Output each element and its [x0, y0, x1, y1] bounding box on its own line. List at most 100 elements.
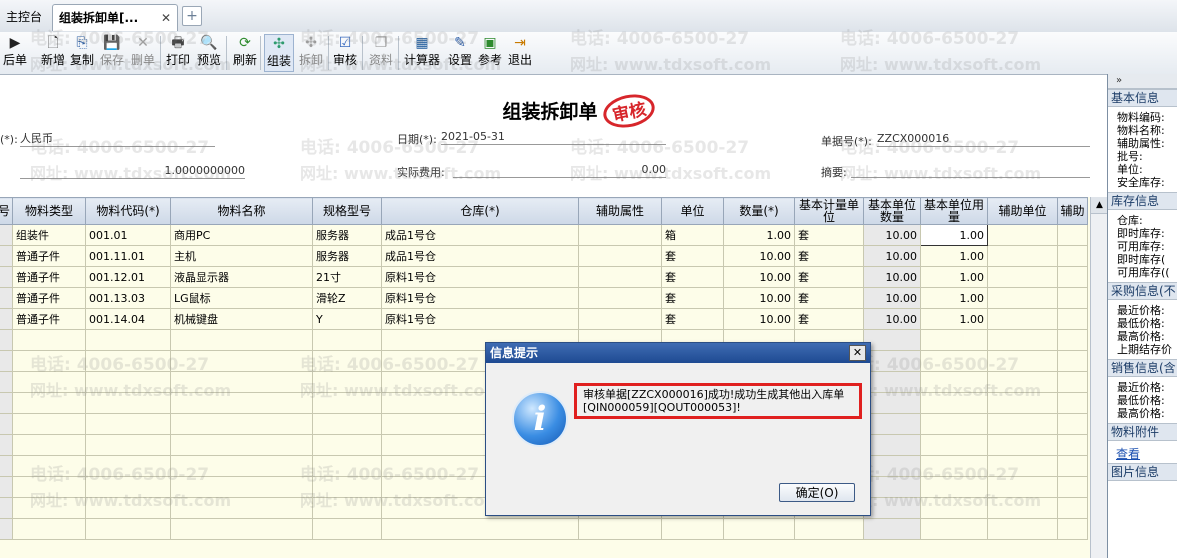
table-cell[interactable]: 001.12.01 [85, 266, 172, 288]
column-header[interactable]: 单位 [661, 197, 725, 225]
new-button[interactable]: 🗋 新增 [40, 34, 66, 72]
table-cell[interactable] [0, 308, 14, 330]
table-cell[interactable] [0, 434, 14, 456]
table-cell[interactable] [1057, 266, 1089, 288]
table-cell[interactable] [863, 371, 922, 393]
table-cell[interactable] [1057, 434, 1089, 456]
table-cell[interactable] [85, 371, 172, 393]
table-cell[interactable] [12, 476, 87, 498]
table-cell[interactable] [0, 350, 14, 372]
table-cell[interactable]: 套 [794, 245, 865, 267]
table-cell[interactable] [312, 497, 383, 519]
table-cell[interactable] [0, 245, 14, 267]
table-cell[interactable]: 10.00 [723, 308, 796, 330]
table-row[interactable]: 普通子件 001.11.01 主机 服务器 成品1号仓套 10.00 套 10.00 1.00 [0, 245, 1089, 267]
table-cell[interactable] [863, 392, 922, 414]
save-button[interactable]: 💾 保存 [98, 34, 126, 72]
table-cell[interactable]: 10.00 [863, 308, 922, 330]
table-cell[interactable] [987, 329, 1059, 351]
table-cell[interactable]: 套 [661, 287, 725, 309]
table-cell[interactable]: 普通子件 [12, 287, 87, 309]
table-cell[interactable]: 10.00 [723, 287, 796, 309]
table-cell[interactable] [312, 392, 383, 414]
table-row[interactable]: 普通子件 001.12.01 液晶显示器 21寸 原料1号仓套 10.00 套 10.00 1.… [0, 266, 1089, 288]
disassemble-button[interactable]: ✣ 拆卸 [296, 34, 326, 72]
table-cell[interactable] [0, 497, 14, 519]
table-cell[interactable] [85, 329, 172, 351]
table-cell[interactable] [170, 413, 314, 435]
table-cell[interactable] [12, 350, 87, 372]
table-cell[interactable]: 10.00 [863, 245, 922, 267]
table-cell[interactable] [312, 329, 383, 351]
column-header[interactable]: 基本单位数量 [863, 197, 922, 225]
table-row[interactable]: 组装件 001.01 商用PC 服务器 成品1号仓箱 1.00 套 10.00 1.00 [0, 224, 1089, 246]
exchange-rate-field[interactable]: 1.0000000000 [20, 163, 245, 179]
table-cell[interactable] [1057, 350, 1089, 372]
table-cell[interactable] [920, 392, 989, 414]
table-cell[interactable] [863, 518, 922, 540]
table-cell[interactable] [170, 350, 314, 372]
table-cell[interactable] [1057, 224, 1089, 246]
table-cell[interactable] [987, 266, 1059, 288]
table-cell[interactable] [578, 308, 663, 330]
table-cell[interactable]: 组装件 [12, 224, 87, 246]
table-cell[interactable] [987, 245, 1059, 267]
table-cell[interactable]: 普通子件 [12, 266, 87, 288]
table-cell[interactable] [920, 350, 989, 372]
table-cell[interactable] [170, 329, 314, 351]
table-cell[interactable] [381, 518, 580, 540]
table-cell[interactable] [987, 497, 1059, 519]
table-cell[interactable]: 1.00 [920, 266, 989, 288]
table-cell[interactable] [170, 371, 314, 393]
add-tab-button[interactable]: + [182, 6, 202, 26]
table-cell[interactable] [12, 413, 87, 435]
ok-button[interactable]: 确定(O) [779, 483, 855, 502]
column-header[interactable]: 基本单位用量 [920, 197, 989, 225]
table-cell[interactable] [312, 434, 383, 456]
tab-assembly-doc[interactable]: 组装拆卸单[... ✕ [52, 4, 178, 31]
table-cell[interactable]: Y [312, 308, 383, 330]
column-header[interactable]: 物料名称 [170, 197, 314, 225]
column-header[interactable]: 规格型号 [312, 197, 383, 225]
table-cell[interactable] [1057, 413, 1089, 435]
table-cell[interactable]: 10.00 [723, 266, 796, 288]
table-cell[interactable] [578, 224, 663, 246]
column-header[interactable]: 数量(*) [723, 197, 796, 225]
table-cell[interactable]: 套 [661, 245, 725, 267]
table-cell[interactable] [987, 224, 1059, 246]
table-cell[interactable] [920, 497, 989, 519]
table-cell[interactable] [85, 413, 172, 435]
exit-button[interactable]: ⇥ 退出 [506, 34, 534, 72]
currency-field[interactable]: 人民币 [20, 131, 215, 147]
table-cell[interactable]: 001.01 [85, 224, 172, 246]
audit-button[interactable]: ☑ 审核 [330, 34, 360, 72]
table-cell[interactable] [85, 434, 172, 456]
table-cell[interactable] [0, 413, 14, 435]
table-cell[interactable]: 套 [794, 308, 865, 330]
table-cell[interactable]: 1.00 [920, 224, 989, 246]
table-cell[interactable] [0, 266, 14, 288]
table-cell[interactable] [987, 434, 1059, 456]
table-cell[interactable]: 10.00 [863, 266, 922, 288]
table-cell[interactable] [0, 329, 14, 351]
table-cell[interactable] [85, 350, 172, 372]
close-icon[interactable]: ✕ [849, 345, 866, 361]
table-cell[interactable] [12, 497, 87, 519]
table-cell[interactable] [12, 392, 87, 414]
table-cell[interactable] [661, 518, 725, 540]
table-cell[interactable] [920, 455, 989, 477]
table-cell[interactable] [0, 287, 14, 309]
table-cell[interactable] [170, 518, 314, 540]
table-cell[interactable] [12, 455, 87, 477]
table-cell[interactable] [920, 329, 989, 351]
table-cell[interactable] [85, 476, 172, 498]
table-cell[interactable] [12, 371, 87, 393]
table-cell[interactable] [987, 371, 1059, 393]
table-cell[interactable] [312, 371, 383, 393]
preview-button[interactable]: 🔍 预览 [194, 34, 224, 72]
table-cell[interactable] [920, 371, 989, 393]
table-cell[interactable] [12, 329, 87, 351]
table-cell[interactable]: 1.00 [920, 287, 989, 309]
table-cell[interactable] [85, 455, 172, 477]
table-cell[interactable] [312, 476, 383, 498]
